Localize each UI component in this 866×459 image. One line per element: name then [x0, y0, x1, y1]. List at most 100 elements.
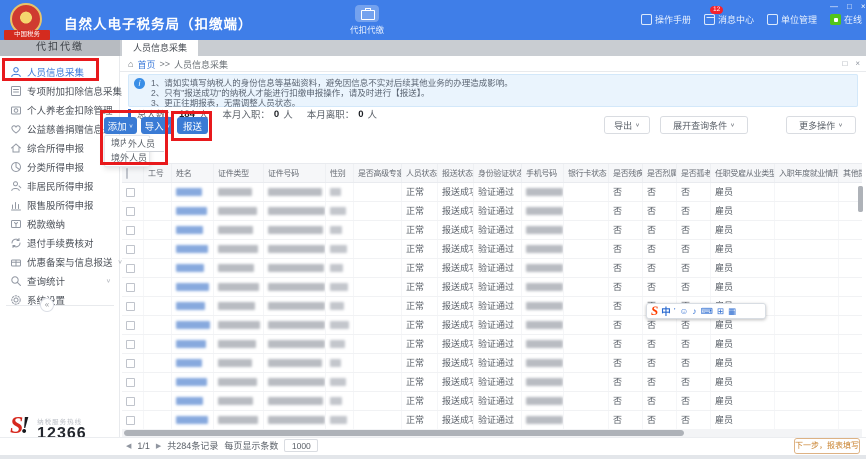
redacted-cell — [172, 373, 214, 391]
redacted-cell — [172, 335, 214, 353]
info-icon: i — [134, 78, 145, 89]
minimize-button[interactable]: — — [830, 2, 838, 11]
redacted-cell — [326, 202, 354, 220]
checkbox-icon[interactable] — [126, 168, 128, 179]
export-button[interactable]: 导出∨ — [604, 116, 650, 134]
more-actions-button[interactable]: 更多操作∨ — [786, 116, 856, 134]
redacted-text — [330, 226, 342, 234]
redacted-cell — [326, 259, 354, 277]
checkbox-icon[interactable] — [126, 264, 135, 273]
import-dropdown-menu-partial[interactable]: 外人员 — [126, 138, 164, 152]
expand-query-button[interactable]: 展开查询条件∨ — [660, 116, 748, 134]
cell-is_martyr: 否 — [643, 240, 677, 258]
empty-cell — [775, 297, 839, 315]
ime-emoji-icon[interactable]: ☺ — [680, 304, 689, 318]
sidebar-item-6[interactable]: 非居民所得申报 — [0, 176, 119, 195]
prev-page-icon[interactable]: ◀ — [126, 442, 131, 450]
checkbox-icon[interactable] — [126, 397, 135, 406]
ime-toolbox-icon[interactable]: ⊞ — [717, 304, 724, 318]
sidebar-item-11[interactable]: 查询统计 ∨ — [0, 271, 119, 290]
cell-is_martyr: 否 — [643, 392, 677, 410]
header-action-操作手册[interactable]: 操作手册 — [641, 13, 691, 26]
row-checkbox — [122, 411, 144, 429]
sogou-logo-icon[interactable]: S — [651, 304, 658, 318]
ime-voice-icon[interactable]: ♪ — [692, 304, 696, 318]
sidebar-item-2[interactable]: 个人养老金扣除管理 — [0, 100, 119, 119]
cell-report_status: 报送成功 — [438, 373, 474, 391]
checkbox-icon[interactable] — [126, 359, 135, 368]
checkbox-icon[interactable] — [126, 340, 135, 349]
redacted-cell — [522, 354, 564, 372]
redacted-text — [330, 416, 347, 424]
column-header: 姓名 — [172, 164, 214, 182]
header-action-消息中心[interactable]: 12消息中心 — [704, 13, 754, 26]
redacted-text — [268, 226, 323, 234]
redacted-cell — [326, 373, 354, 391]
redacted-cell — [522, 221, 564, 239]
checkbox-icon[interactable] — [126, 226, 135, 235]
checkbox-icon[interactable] — [126, 416, 135, 425]
redacted-cell — [264, 278, 326, 296]
empty-cell — [564, 183, 609, 201]
sidebar-item-label: 查询统计 — [27, 274, 65, 288]
sidebar-item-10[interactable]: 优惠备案与信息报送∨ — [0, 252, 119, 271]
redacted-text — [218, 359, 252, 367]
sidebar-item-8[interactable]: 税款缴纳 — [0, 214, 119, 233]
ime-punctuation-icon[interactable]: ’ — [674, 304, 676, 318]
menu-item-overseas[interactable]: 境外人员 — [105, 151, 149, 166]
checkbox-icon[interactable] — [126, 188, 135, 197]
sidebar-item-5[interactable]: 分类所得申报 — [0, 157, 119, 176]
checkbox-icon[interactable] — [126, 302, 135, 311]
ime-toolbar[interactable]: S 中 ’ ☺♪ ⌨ ⊞ ▦ — [646, 303, 766, 319]
sidebar-item-9[interactable]: 退付手续费核对 — [0, 233, 119, 252]
cell-report_status: 报送成功 — [438, 335, 474, 353]
add-button[interactable]: 添加∨ — [104, 117, 137, 134]
page-size-input[interactable]: 1000 — [284, 439, 318, 452]
sidebar-item-12[interactable]: 系统设置 — [0, 290, 119, 309]
redacted-cell — [522, 240, 564, 258]
cell-is_disabled: 否 — [609, 335, 643, 353]
redacted-text — [526, 245, 563, 253]
panel-close-icon[interactable]: × — [855, 56, 860, 72]
ime-mode-chinese[interactable]: 中 — [661, 304, 671, 318]
checkbox-icon[interactable] — [126, 321, 135, 330]
sidebar-item-3[interactable]: 公益慈善捐赠信息采集 — [0, 119, 119, 138]
redacted-text — [268, 378, 325, 386]
horizontal-scrollbar-thumb[interactable] — [124, 430, 684, 436]
header-action-在线[interactable]: 在线 — [830, 13, 862, 26]
submit-button[interactable]: 报送 — [177, 117, 208, 134]
pin-icon[interactable]: □ — [842, 56, 847, 72]
empty-cell — [354, 278, 402, 296]
chevron-down-icon: ∨ — [106, 277, 111, 283]
sidebar-collapse-button[interactable]: « — [40, 298, 54, 312]
empty-cell — [839, 354, 862, 372]
sidebar-item-7[interactable]: 限售股所得申报 — [0, 195, 119, 214]
ime-keyboard-icon[interactable]: ⌨ — [701, 304, 713, 318]
redacted-text — [330, 378, 346, 386]
checkbox-icon[interactable] — [126, 245, 135, 254]
briefcase-icon — [355, 5, 379, 22]
sidebar-item-4[interactable]: 综合所得申报 — [0, 138, 119, 157]
maximize-button[interactable]: □ — [847, 2, 852, 11]
close-button[interactable]: × — [861, 2, 866, 11]
next-page-icon[interactable]: ▶ — [156, 442, 161, 450]
checkbox-icon[interactable] — [126, 378, 135, 387]
import-button[interactable]: 导入∨ — [141, 117, 174, 134]
redacted-cell — [264, 221, 326, 239]
breadcrumb-home[interactable]: 首页 — [137, 58, 155, 71]
table-row: 正常报送成功验证通过否否否雇员 — [122, 354, 862, 373]
vertical-scrollbar-thumb[interactable] — [858, 186, 863, 212]
checkbox-icon[interactable] — [126, 283, 135, 292]
redacted-text — [330, 245, 347, 253]
sidebar-item-1[interactable]: 专项附加扣除信息采集 — [0, 81, 119, 100]
module-tab-withholding[interactable]: 代扣代缴 — [340, 5, 394, 36]
header-action-单位管理[interactable]: 单位管理 — [767, 13, 817, 26]
ime-skin-icon[interactable]: ▦ — [728, 304, 736, 318]
checkbox-icon[interactable] — [126, 207, 135, 216]
cell-person_status: 正常 — [402, 411, 438, 429]
sidebar-item-label: 分类所得申报 — [27, 160, 84, 174]
tab-person-info[interactable]: 人员信息采集 — [122, 40, 198, 56]
sidebar-item-0[interactable]: 人员信息采集 — [0, 62, 119, 81]
empty-cell — [839, 221, 862, 239]
next-step-button[interactable]: 下一步，报表填写 — [794, 438, 860, 454]
